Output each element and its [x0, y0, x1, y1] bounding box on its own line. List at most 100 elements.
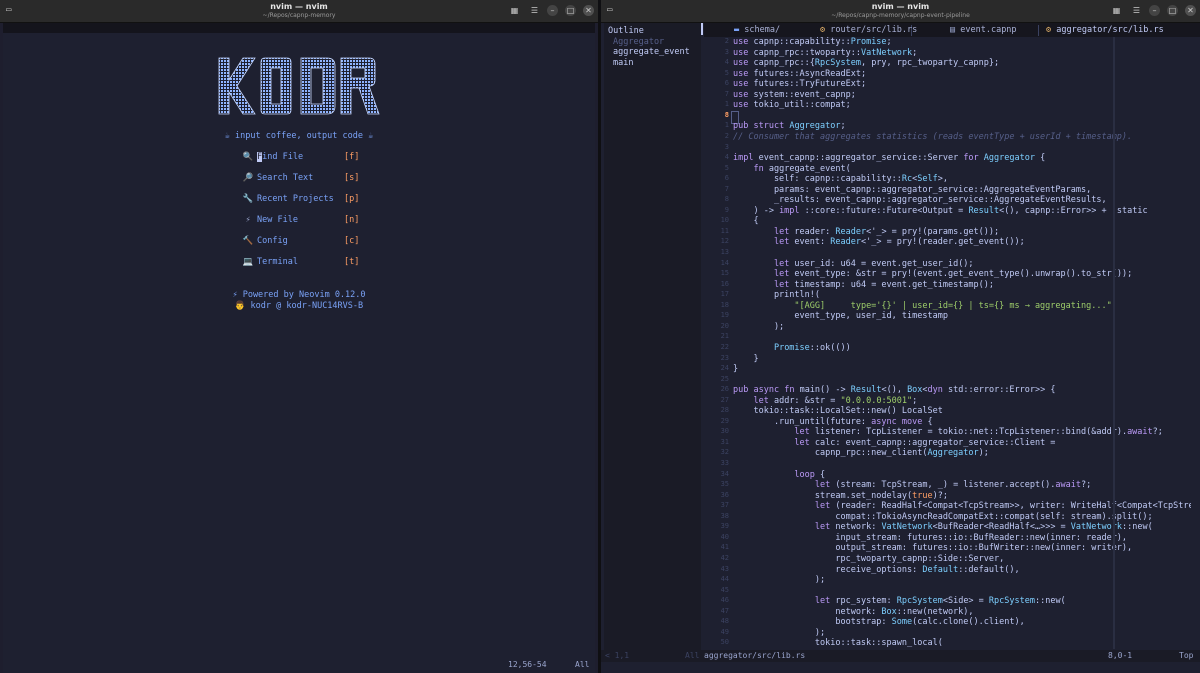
menu-recent-projects[interactable]: 🔧 Recent Projects [p] — [242, 194, 362, 206]
line-number: 39 — [720, 522, 729, 531]
code-line: use capnp::capability::Promise; — [733, 37, 892, 47]
maximize-button[interactable]: □ — [1167, 5, 1178, 16]
menu-label: Terminal — [257, 257, 298, 267]
line-number: 40 — [720, 532, 729, 541]
line-number: 13 — [720, 248, 729, 256]
code-line: event_type, user_id, timestamp — [733, 311, 948, 322]
line-number: 5 — [724, 68, 729, 77]
outline-item-aggregate-event[interactable]: aggregate_event — [613, 47, 690, 57]
line-number: 8 — [724, 110, 729, 119]
tab-event-capnp[interactable]: ▤ event.capnp — [950, 25, 1017, 35]
line-number: 9 — [724, 205, 729, 214]
code-line: rpc_twoparty_capnp::Side::Server, — [733, 553, 1005, 564]
code-line: ); — [733, 627, 826, 638]
line-number: 47 — [720, 606, 729, 615]
code-line: pub async fn main() -> Result<(), Box<dy… — [733, 385, 1056, 396]
outline-item-main[interactable]: main — [613, 58, 633, 68]
code-line: } — [733, 353, 759, 364]
cursor: F — [257, 152, 263, 162]
code-line: let timestamp: u64 = event.get_timestamp… — [773, 279, 995, 290]
menu-label: Find File — [257, 152, 304, 162]
code-line: use futures::AsyncReadExt; — [733, 68, 867, 79]
folder-icon: ▬ — [734, 25, 745, 35]
tab-label: router/src/lib.rs — [830, 25, 918, 35]
line-number: 7 — [724, 89, 729, 98]
tabline — [3, 23, 595, 33]
line-number: 6 — [724, 174, 729, 183]
hammer-icon: 🔨 — [242, 236, 254, 246]
line-number: 35 — [720, 480, 729, 489]
code-line: self: capnp::capability::Rc<Self>, — [733, 174, 948, 185]
code-line: _results: event_capnp::aggregator_servic… — [733, 195, 1107, 206]
line-number: 15 — [720, 269, 729, 278]
line-number: 5 — [724, 163, 729, 172]
menu-label: Recent Projects — [257, 194, 334, 204]
user-host: 👨 kodr @ kodr-NUC14RVS-B — [234, 301, 364, 311]
maximize-button[interactable]: □ — [565, 5, 576, 16]
line-number: 32 — [720, 448, 729, 457]
line-number: 43 — [720, 564, 729, 573]
menu-search-text[interactable]: 🔎 Search Text [s] — [242, 173, 362, 185]
line-number: 14 — [720, 258, 729, 267]
menu-config[interactable]: 🔨 Config [c] — [242, 236, 362, 248]
scrollbar[interactable] — [1113, 37, 1115, 649]
code-line: let network: VatNetwork<BufReader<ReadHa… — [814, 522, 1153, 533]
minimize-button[interactable]: – — [547, 5, 558, 16]
line-number: 6 — [724, 79, 729, 88]
left-terminal-window: ▭ nvim — nvim ~/Repos/capnp-memory ▦ ☰ –… — [0, 0, 598, 673]
menu-label: New File — [257, 215, 298, 225]
menu-key: [c] — [344, 236, 360, 246]
outline-header: Outline — [608, 26, 644, 36]
rust-icon: ⚙ — [820, 25, 831, 35]
minimize-button[interactable]: – — [1149, 5, 1160, 16]
line-number: 1 — [724, 100, 729, 109]
menu-key: [n] — [344, 215, 360, 225]
line-number: 24 — [720, 364, 729, 373]
outline-item-aggregator[interactable]: Aggregator — [613, 37, 664, 47]
code-line: capnp_rpc::new_client(Aggregator); — [733, 448, 989, 459]
tab-router-lib[interactable]: ⚙ router/src/lib.rs — [820, 25, 917, 35]
code-line: use tokio_util::compat; — [733, 100, 851, 111]
line-number: 42 — [720, 553, 729, 562]
status-top: Top — [1179, 651, 1194, 660]
line-number: 4 — [724, 153, 729, 162]
menu-key: [s] — [344, 173, 360, 183]
code-line: impl event_capnp::aggregator_service::Se… — [733, 153, 1046, 164]
code-line: bootstrap: Some(calc.clone().client), — [733, 617, 1025, 628]
line-number: 34 — [720, 469, 729, 478]
close-button[interactable]: ✕ — [583, 5, 594, 16]
rust-icon: ⚙ — [1046, 25, 1057, 35]
line-number: 3 — [724, 47, 729, 56]
powered-by: ⚡ Powered by Neovim 0.12.0 — [232, 290, 366, 300]
tab-schema[interactable]: ▬ schema/ — [734, 25, 780, 35]
line-number: 4 — [724, 58, 729, 67]
tab-label: aggregator/src/lib.rs — [1056, 25, 1164, 35]
dashboard-area — [3, 23, 595, 673]
line-number: 48 — [720, 617, 729, 626]
menu-icon[interactable]: ☰ — [1131, 5, 1142, 16]
menu-key: [f] — [344, 152, 360, 162]
code-line: receive_options: Default::default(), — [733, 564, 1020, 575]
tile-icon[interactable]: ▦ — [1111, 5, 1122, 16]
line-number: 1 — [724, 121, 729, 130]
tagline: ☕ input coffee, output code ☕ — [224, 131, 374, 141]
menu-find-file[interactable]: 🔍 Find File [f] — [242, 152, 362, 164]
code-line: ); — [733, 321, 785, 332]
tab-aggregator-lib[interactable]: ⚙ aggregator/src/lib.rs — [1046, 25, 1164, 35]
scroll-position: All — [575, 660, 590, 669]
line-number: 46 — [720, 596, 729, 605]
menu-new-file[interactable]: ⚡ New File [n] — [242, 215, 362, 227]
line-number: 19 — [720, 311, 729, 320]
close-button[interactable]: ✕ — [1185, 5, 1196, 16]
code-line: ) -> impl ::core::future::Future<Output … — [733, 205, 1148, 216]
line-number: 30 — [720, 427, 729, 436]
code-line: let addr: &str = "0.0.0.0:5001"; — [753, 395, 918, 406]
right-terminal-window: ▭ nvim — nvim ~/Repos/capnp-memory/capnp… — [601, 0, 1200, 673]
code-line: use capnp_rpc::{RpcSystem, pry, rpc_twop… — [733, 58, 1000, 69]
menu-icon[interactable]: ☰ — [529, 5, 540, 16]
tile-icon[interactable]: ▦ — [509, 5, 520, 16]
line-number: 20 — [720, 321, 729, 330]
code-editor[interactable]: 2 use capnp::capability::Promise; 3 use cap… — [704, 36, 1191, 650]
code-line: output_stream: futures::io::BufWriter::n… — [733, 543, 1133, 554]
menu-terminal[interactable]: 💻 Terminal [t] — [242, 257, 362, 269]
